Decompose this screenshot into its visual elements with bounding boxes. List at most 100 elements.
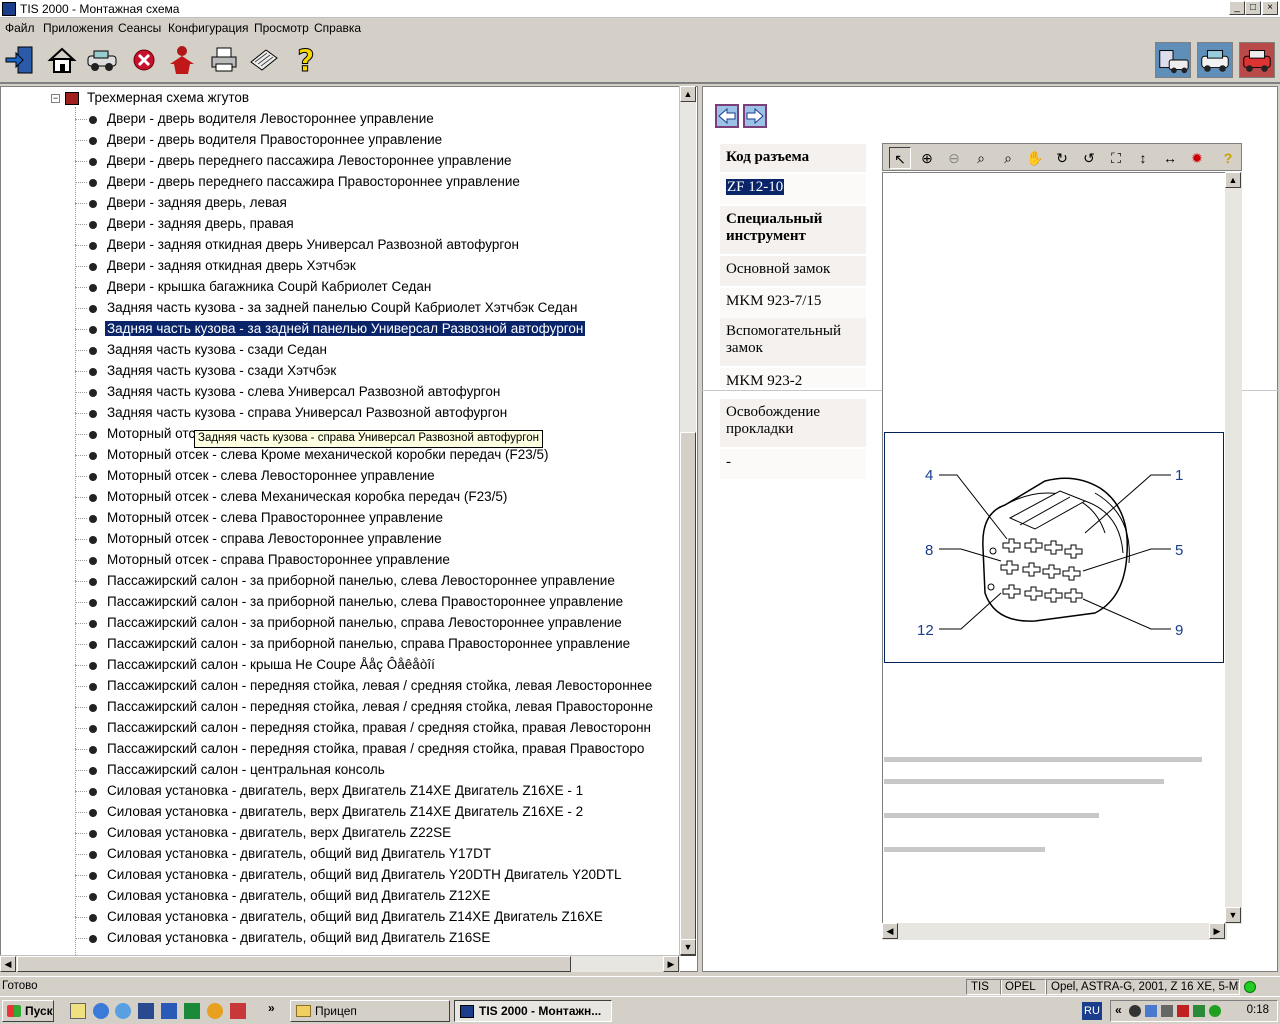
tree-item[interactable]: Двери - задняя откидная дверь Универсал … (1, 236, 681, 256)
quicklaunch-more-icon[interactable]: » (268, 1001, 275, 1015)
vehicle-service-icon[interactable] (1197, 42, 1233, 78)
minimize-button[interactable]: _ (1229, 1, 1245, 15)
harness-tree[interactable]: − Трехмерная схема жгутов Двери - дверь … (0, 86, 698, 972)
tree-item[interactable]: Двери - дверь водителя Правостороннее уп… (1, 131, 681, 151)
tree-item[interactable]: Силовая установка - двигатель, общий вид… (1, 866, 681, 886)
viewer-vertical-scrollbar[interactable]: ▲ ▼ (1225, 172, 1242, 924)
vehicle-diagnosis-icon[interactable] (1155, 42, 1191, 78)
tree-item[interactable]: Силовая установка - двигатель, общий вид… (1, 929, 681, 949)
settings-icon[interactable]: ✹ (1186, 147, 1208, 169)
word-icon[interactable] (161, 1003, 177, 1019)
excel-icon[interactable] (184, 1003, 200, 1019)
tree-item[interactable]: Двери - задняя откидная дверь Хэтчбэк (1, 257, 681, 277)
zoom-icon[interactable]: ⌕ (970, 147, 992, 169)
task-tis2000[interactable]: TIS 2000 - Монтажн... (454, 1000, 612, 1022)
tree-item[interactable]: Пассажирский салон - крыша Не Coupe Ååç … (1, 656, 681, 676)
vehicle-icon[interactable] (86, 44, 118, 76)
back-button[interactable] (715, 104, 739, 128)
tree-root[interactable]: − Трехмерная схема жгутов (1, 89, 681, 109)
menu-file[interactable]: Файл (5, 21, 35, 35)
tree-item[interactable]: Моторный отсек - слева Правостороннее уп… (1, 509, 681, 529)
explorer-icon[interactable] (138, 1003, 154, 1019)
notes-icon[interactable] (248, 44, 280, 76)
menu-view[interactable]: Просмотр (254, 21, 309, 35)
scroll-up-button[interactable]: ▲ (1225, 172, 1241, 188)
tree-item[interactable]: Пассажирский салон - за приборной панель… (1, 572, 681, 592)
task-folder[interactable]: Прицеп (290, 1000, 450, 1022)
tree-item[interactable]: Моторный отсек - справа Левостороннее уп… (1, 530, 681, 550)
tree-vertical-scrollbar[interactable]: ▲ ▼ (679, 86, 696, 956)
maximize-button[interactable]: □ (1245, 1, 1261, 15)
exit-icon[interactable] (4, 44, 36, 76)
pan-icon[interactable]: ✋ (1024, 147, 1046, 169)
app-quicklaunch-icon[interactable] (230, 1003, 246, 1019)
tree-item[interactable]: Пассажирский салон - передняя стойка, пр… (1, 719, 681, 739)
tree-item[interactable]: Двери - дверь переднего пассажира Правос… (1, 173, 681, 193)
tree-item[interactable]: Задняя часть кузова - слева Универсал Ра… (1, 383, 681, 403)
tree-item[interactable]: Задняя часть кузова - справа Универсал Р… (1, 404, 681, 424)
forward-button[interactable] (743, 104, 767, 128)
scroll-down-button[interactable]: ▼ (680, 939, 696, 955)
menu-help[interactable]: Справка (314, 21, 361, 35)
tree-item[interactable]: Двери - задняя дверь, правая (1, 215, 681, 235)
tree-item[interactable]: Силовая установка - двигатель, общий вид… (1, 887, 681, 907)
tree-item[interactable]: Двери - крышка багажника Coupй Кабриолет… (1, 278, 681, 298)
volume-icon[interactable] (1161, 1005, 1173, 1017)
tray-expand-icon[interactable]: « (1115, 1003, 1122, 1017)
tree-item[interactable]: Моторный отсек - слева Механическая коро… (1, 488, 681, 508)
scroll-left-button[interactable]: ◀ (882, 923, 898, 939)
tree-item[interactable]: Силовая установка - двигатель, верх Двиг… (1, 782, 681, 802)
tray-app-icon[interactable] (1129, 1005, 1141, 1017)
rotate-ccw-icon[interactable]: ↺ (1078, 147, 1100, 169)
menu-applications[interactable]: Приложения (43, 21, 113, 35)
flower-icon[interactable] (207, 1003, 223, 1019)
tree-item[interactable]: Пассажирский салон - за приборной панель… (1, 635, 681, 655)
collapse-toggle-icon[interactable]: − (51, 94, 60, 103)
scroll-right-button[interactable]: ▶ (663, 956, 679, 972)
tree-item[interactable]: Двери - задняя дверь, левая (1, 194, 681, 214)
rotate-cw-icon[interactable]: ↻ (1051, 147, 1073, 169)
tree-item[interactable]: Пассажирский салон - передняя стойка, пр… (1, 740, 681, 760)
zoom-in-icon[interactable]: ⊕ (916, 147, 938, 169)
scroll-left-button[interactable]: ◀ (0, 956, 16, 972)
start-button[interactable]: Пуск (2, 1000, 54, 1022)
tree-item[interactable]: Моторный отсек - справа Правостороннее у… (1, 551, 681, 571)
select-icon[interactable]: ↖ (889, 147, 911, 169)
network-icon[interactable] (1145, 1005, 1157, 1017)
tree-item[interactable]: Пассажирский салон - за приборной панель… (1, 593, 681, 613)
tray-v-icon[interactable] (1193, 1005, 1205, 1017)
tree-item[interactable]: Пассажирский салон - передняя стойка, ле… (1, 698, 681, 718)
scroll-down-button[interactable]: ▼ (1225, 907, 1241, 923)
user-icon[interactable] (166, 44, 198, 76)
notepad-icon[interactable] (70, 1003, 86, 1019)
scroll-right-button[interactable]: ▶ (1209, 923, 1225, 939)
tree-item[interactable]: Задняя часть кузова - сзади Седан (1, 341, 681, 361)
tray-status-icon[interactable] (1209, 1005, 1221, 1017)
tree-item[interactable]: Пассажирский салон - передняя стойка, ле… (1, 677, 681, 697)
tree-item[interactable]: Пассажирский салон - за приборной панель… (1, 614, 681, 634)
language-indicator[interactable]: RU (1082, 1002, 1102, 1020)
fit-width-icon[interactable]: ↔ (1159, 147, 1181, 169)
zoom-out-icon[interactable]: ⊖ (943, 147, 965, 169)
tree-item[interactable]: Силовая установка - двигатель, верх Двиг… (1, 824, 681, 844)
browser-icon[interactable] (93, 1003, 109, 1019)
home-icon[interactable] (46, 44, 78, 76)
tree-item[interactable]: Двери - дверь водителя Левостороннее упр… (1, 110, 681, 130)
menu-sessions[interactable]: Сеансы (118, 21, 161, 35)
menu-configuration[interactable]: Конфигурация (168, 21, 249, 35)
stop-icon[interactable] (128, 44, 160, 76)
help-icon[interactable]: ? (290, 44, 322, 76)
fit-icon[interactable]: ⛶ (1105, 147, 1127, 169)
tree-item[interactable]: Двери - дверь переднего пассажира Левост… (1, 152, 681, 172)
tree-item[interactable]: Силовая установка - двигатель, верх Двиг… (1, 803, 681, 823)
tree-item[interactable]: Задняя часть кузова - за задней панелью … (1, 299, 681, 319)
close-button[interactable]: × (1262, 1, 1278, 15)
scroll-thumb[interactable] (17, 956, 571, 972)
scroll-up-button[interactable]: ▲ (680, 86, 696, 102)
help-icon[interactable]: ? (1217, 147, 1239, 169)
fit-height-icon[interactable]: ↕ (1132, 147, 1154, 169)
tree-item[interactable]: Моторный отсек - слева Кроме механическо… (1, 446, 681, 466)
vehicle-info-icon[interactable] (1239, 42, 1275, 78)
viewer-horizontal-scrollbar[interactable]: ◀ ▶ (882, 923, 1227, 940)
messenger-icon[interactable] (115, 1003, 131, 1019)
